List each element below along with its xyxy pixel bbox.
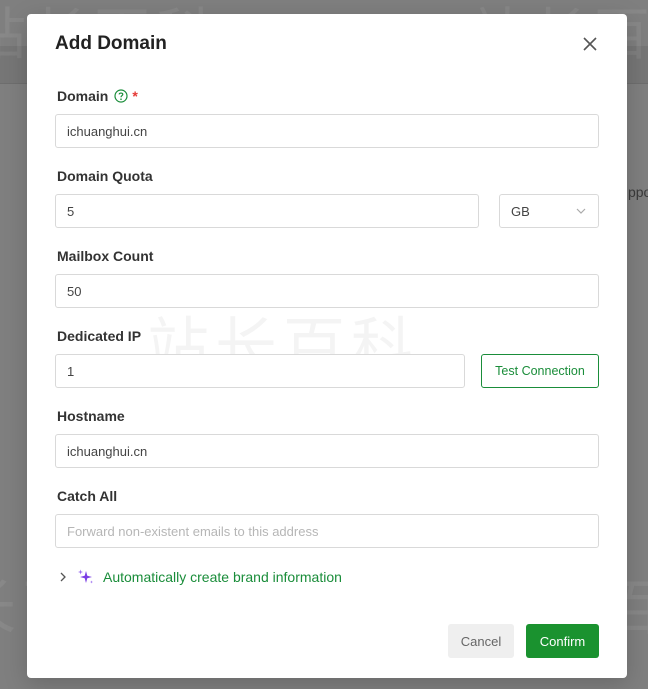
catch-all-label: Catch All [57, 488, 118, 504]
quota-unit-value: GB [511, 203, 530, 219]
cancel-button[interactable]: Cancel [448, 624, 514, 658]
domain-quota-label: Domain Quota [57, 168, 153, 184]
chevron-right-icon [60, 572, 66, 582]
confirm-button[interactable]: Confirm [526, 624, 599, 658]
domain-label: Domain * [57, 88, 138, 104]
domain-quota-input[interactable]: 5 [55, 194, 479, 228]
brand-info-label: Automatically create brand information [103, 569, 342, 585]
add-domain-dialog: 站长百科 Add Domain Domain * ichuanghui.cn D… [27, 14, 627, 678]
required-mark: * [132, 88, 138, 104]
dedicated-ip-input[interactable]: 1 [55, 354, 465, 388]
mailbox-count-input[interactable]: 50 [55, 274, 599, 308]
chevron-down-icon [576, 208, 586, 214]
quota-unit-select[interactable]: GB [499, 194, 599, 228]
test-connection-button[interactable]: Test Connection [481, 354, 599, 388]
mailbox-count-label: Mailbox Count [57, 248, 154, 264]
domain-input[interactable]: ichuanghui.cn [55, 114, 599, 148]
brand-info-toggle[interactable]: Automatically create brand information [57, 568, 342, 586]
hostname-input[interactable]: ichuanghui.cn [55, 434, 599, 468]
help-icon[interactable] [114, 89, 128, 103]
background-text: ppor [627, 184, 648, 200]
sparkle-icon [78, 569, 93, 584]
close-icon[interactable] [580, 34, 600, 54]
dialog-title: Add Domain [55, 33, 167, 54]
dedicated-ip-label: Dedicated IP [57, 328, 142, 344]
domain-label-text: Domain [57, 88, 109, 104]
catch-all-input[interactable]: Forward non-existent emails to this addr… [55, 514, 599, 548]
hostname-label: Hostname [57, 408, 125, 424]
